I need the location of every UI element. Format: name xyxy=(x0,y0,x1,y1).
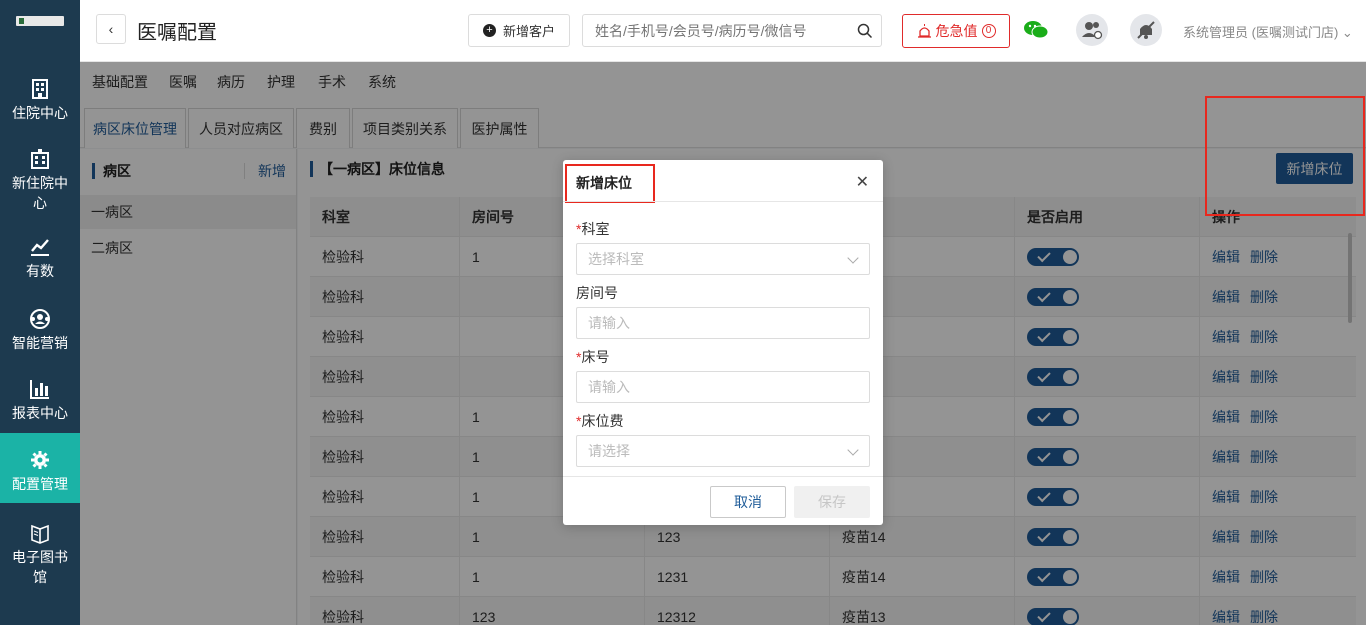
chevron-left-icon: ‹ xyxy=(108,21,114,37)
sidebar-item-youshu[interactable]: 有数 xyxy=(0,236,80,290)
search-input[interactable] xyxy=(595,22,845,40)
sidebar: 住院中心 新住院中心 有数 智能营销 报表中心 配置管理 电子图书馆 xyxy=(0,0,80,625)
sidebar-item-label: 新住院中心 xyxy=(12,175,68,211)
chevron-down-icon xyxy=(847,444,859,456)
new-customer-label: 新增客户 xyxy=(502,24,555,39)
trend-chart-icon xyxy=(31,239,49,256)
search-icon[interactable] xyxy=(857,23,873,39)
sidebar-item-config-management[interactable]: 配置管理 xyxy=(0,433,80,503)
sidebar-item-new-inpatient-center[interactable]: 新住院中心 xyxy=(0,148,80,218)
department-select[interactable]: 选择科室 xyxy=(576,243,870,275)
bar-chart-icon xyxy=(30,380,49,399)
bed-number-input[interactable]: 请输入 xyxy=(576,371,870,403)
search-box xyxy=(582,14,882,47)
sidebar-item-label: 有数 xyxy=(26,263,54,279)
critical-value-count: 0 xyxy=(981,24,996,38)
hospital-icon xyxy=(31,149,49,169)
close-icon[interactable]: ✕ xyxy=(856,172,869,192)
highlight-box xyxy=(565,164,655,203)
new-customer-button[interactable]: + 新增客户 xyxy=(468,14,570,47)
room-number-label: 房间号 xyxy=(576,285,618,301)
highlight-box xyxy=(1205,96,1365,216)
bed-fee-label: *床位费 xyxy=(576,413,624,429)
building-icon xyxy=(32,79,48,99)
book-icon xyxy=(31,524,49,544)
critical-value-label: 危急值 xyxy=(935,23,978,39)
sidebar-item-report-center[interactable]: 报表中心 xyxy=(0,378,80,432)
dialog-divider xyxy=(563,201,883,202)
sidebar-item-inpatient-center[interactable]: 住院中心 xyxy=(0,78,80,132)
alarm-icon xyxy=(917,23,931,38)
wechat-icon[interactable] xyxy=(1022,16,1050,44)
user-menu[interactable]: 系统管理员 (医嘱测试门店) ⌄ xyxy=(1183,22,1353,41)
add-bed-dialog: 新增床位 ✕ *科室 选择科室 房间号 请输入 *床号 请输入 *床位费 请选择… xyxy=(563,160,883,525)
department-label: *科室 xyxy=(576,221,610,237)
people-network-icon xyxy=(30,309,50,329)
sidebar-item-label: 电子图书馆 xyxy=(12,549,68,585)
save-button[interactable]: 保存 xyxy=(794,486,870,518)
cancel-button[interactable]: 取消 xyxy=(710,486,786,518)
notification-off-icon[interactable] xyxy=(1130,14,1162,46)
top-bar: ‹ 医嘱配置 + 新增客户 危急值 0 系统管理员 (医嘱测试门店) ⌄ xyxy=(80,0,1366,62)
chevron-down-icon: ⌄ xyxy=(1341,25,1353,40)
page-title: 医嘱配置 xyxy=(137,22,217,44)
plus-circle-icon: + xyxy=(482,24,496,37)
sidebar-item-label: 配置管理 xyxy=(12,476,68,492)
sidebar-item-label: 住院中心 xyxy=(12,105,68,121)
bed-number-label: *床号 xyxy=(576,349,610,365)
critical-value-button[interactable]: 危急值 0 xyxy=(902,14,1010,48)
sidebar-item-label: 报表中心 xyxy=(12,405,68,421)
dialog-footer-divider xyxy=(563,476,883,477)
sidebar-item-smart-marketing[interactable]: 智能营销 xyxy=(0,308,80,362)
user-name-label: 系统管理员 (医嘱测试门店) xyxy=(1183,25,1339,40)
back-button[interactable]: ‹ xyxy=(96,14,126,44)
bed-fee-select[interactable]: 请选择 xyxy=(576,435,870,467)
room-number-input[interactable]: 请输入 xyxy=(576,307,870,339)
user-group-icon[interactable] xyxy=(1076,14,1108,46)
chevron-down-icon xyxy=(847,252,859,264)
logo xyxy=(16,16,64,26)
sidebar-item-label: 智能营销 xyxy=(12,335,68,351)
sidebar-item-e-library[interactable]: 电子图书馆 xyxy=(0,522,80,592)
gear-icon xyxy=(31,451,49,469)
